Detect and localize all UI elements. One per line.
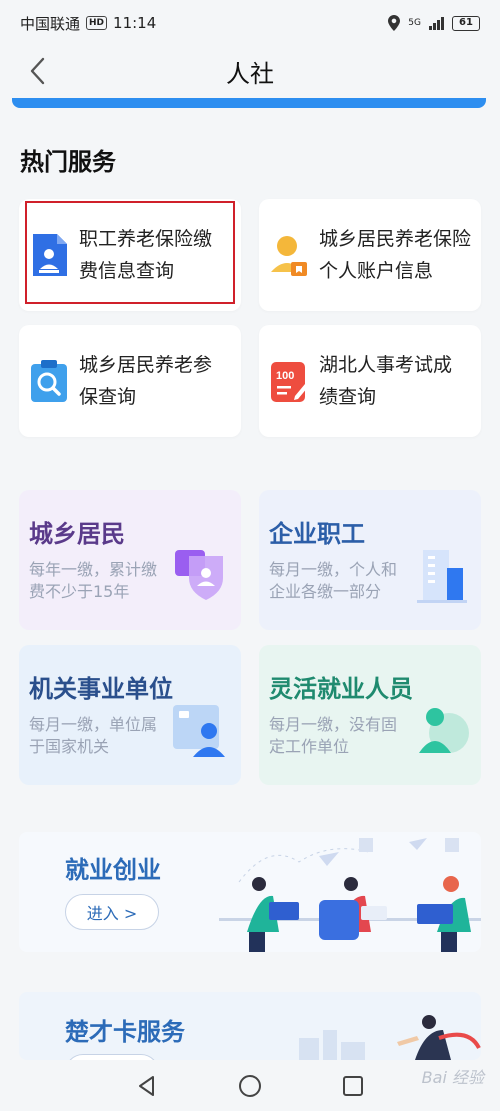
category-desc: 每月一缴，没有固定工作单位 [269, 715, 398, 756]
banner-employment[interactable]: 就业创业 进入 > [19, 832, 481, 952]
svg-text:100: 100 [276, 370, 294, 382]
service-label: 城乡居民养老参 保查询 [79, 349, 212, 413]
back-triangle-icon[interactable] [136, 1075, 158, 1097]
service-label-line1: 湖北人事考试成 [319, 354, 453, 376]
service-card-hubei-exam-score[interactable]: 100 湖北人事考试成 绩查询 [259, 325, 481, 437]
office-team-illustration [219, 838, 481, 952]
service-label-line2: 绩查询 [319, 386, 377, 408]
back-button[interactable] [22, 54, 52, 88]
hot-services-title: 热门服务 [20, 148, 116, 176]
status-bar: 中国联通 HD 11:14 5G 61 [0, 0, 500, 46]
category-card-enterprise-employees[interactable]: 企业职工 每月一缴，个人和企业各缴一部分 [259, 490, 481, 630]
home-circle-icon[interactable] [238, 1074, 262, 1098]
person-card-icon [271, 236, 307, 276]
category-desc: 每月一缴，单位属于国家机关 [29, 715, 158, 756]
service-label: 城乡居民养老保险 个人账户信息 [319, 223, 471, 287]
top-banner-edge [12, 98, 486, 108]
category-card-government-institutions[interactable]: 机关事业单位 每月一缴，单位属于国家机关 [19, 645, 241, 785]
office-person-icon [173, 705, 225, 757]
service-label: 湖北人事考试成 绩查询 [319, 349, 452, 413]
signal-icon [429, 16, 444, 30]
businessman-illustration [299, 1015, 481, 1060]
carrier-name: 中国联通 [20, 14, 81, 33]
recent-square-icon[interactable] [342, 1075, 364, 1097]
enter-button[interactable]: 进入 > [65, 894, 159, 930]
status-right: 5G 61 [388, 15, 480, 31]
battery-level: 61 [459, 16, 473, 28]
building-icon [417, 550, 467, 603]
status-time: 11:14 [113, 14, 157, 32]
category-desc: 每年一缴，累计缴费不少于15年 [29, 560, 158, 601]
category-desc: 每月一缴，个人和企业各缴一部分 [269, 560, 398, 601]
banner-title: 楚才卡服务 [65, 1018, 185, 1046]
service-card-resident-account[interactable]: 城乡居民养老保险 个人账户信息 [259, 199, 481, 311]
service-label-line1: 城乡居民养老保险 [319, 228, 472, 250]
category-card-flexible-employment[interactable]: 灵活就业人员 每月一缴，没有固定工作单位 [259, 645, 481, 785]
clipboard-search-icon [31, 360, 67, 402]
chevron-left-icon [30, 57, 45, 85]
service-label-line2: 保查询 [79, 386, 137, 408]
service-label-line1: 城乡居民养老参 [79, 354, 213, 376]
banner-title: 就业创业 [65, 856, 161, 884]
hd-badge: HD [86, 16, 108, 30]
score-100-icon: 100 [271, 362, 308, 402]
network-type: 5G [408, 17, 421, 28]
highlight-box [25, 201, 235, 304]
battery-icon: 61 [452, 15, 480, 31]
category-card-urban-rural-residents[interactable]: 城乡居民 每年一缴，累计缴费不少于15年 [19, 490, 241, 630]
shield-person-icon [175, 550, 223, 600]
page-title: 人社 [226, 59, 274, 88]
watermark: Bai 经验 [421, 1068, 484, 1087]
location-icon [388, 15, 401, 31]
status-left: 中国联通 HD 11:14 [20, 13, 156, 34]
banner-chucai-card[interactable]: 楚才卡服务 [19, 992, 481, 1060]
service-card-resident-enrollment[interactable]: 城乡居民养老参 保查询 [19, 325, 241, 437]
service-label-line2: 个人账户信息 [319, 260, 434, 282]
app-header: 人社 [0, 46, 500, 96]
person-globe-icon [419, 708, 469, 753]
